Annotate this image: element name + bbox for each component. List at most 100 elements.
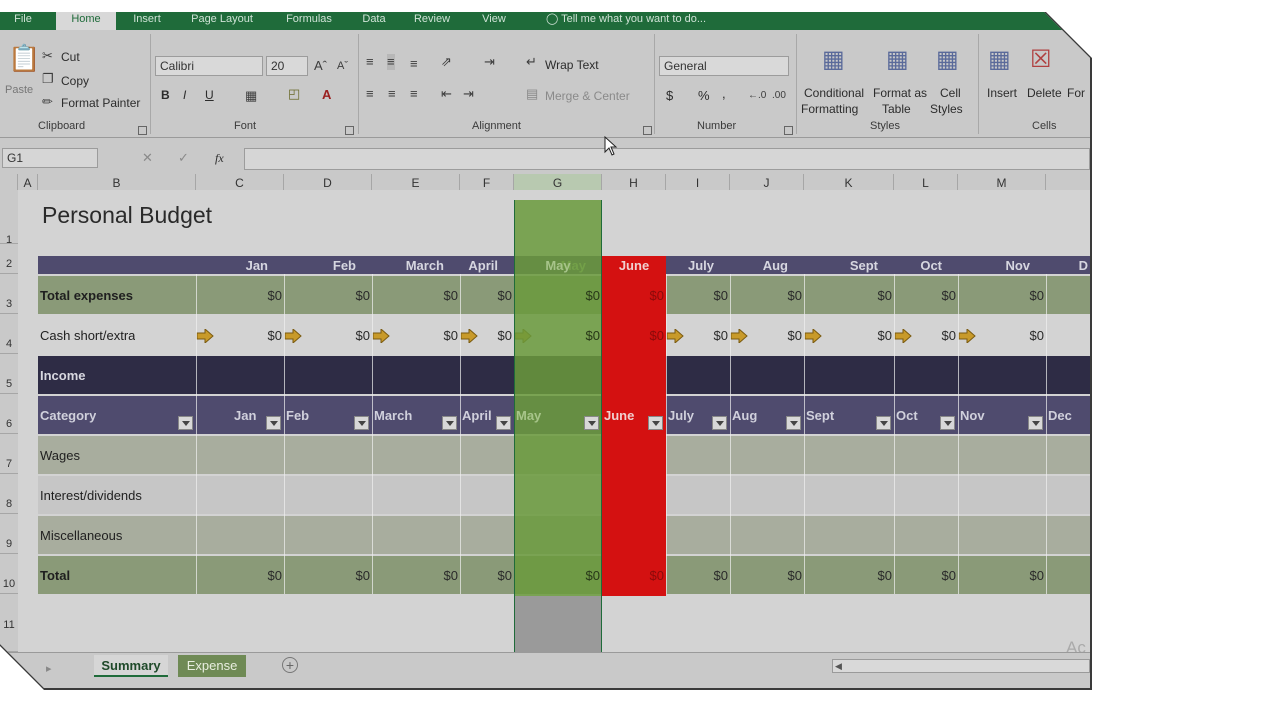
june-value-cell[interactable]: $0 [602,568,666,583]
orientation-icon[interactable]: ⇗ [441,54,452,70]
tell-me-box[interactable]: ◯ Tell me what you want to do... [536,12,716,30]
filter-dropdown-icon[interactable] [496,416,511,430]
may-value-cell[interactable]: $0 [514,288,602,303]
horizontal-scrollbar[interactable]: ◀ [832,659,1090,673]
june-value-cell[interactable]: $0 [602,328,666,343]
tab-view[interactable]: View [478,12,510,30]
add-sheet-icon[interactable]: + [282,657,298,673]
row-header-2[interactable]: 2 [0,244,18,274]
align-bottom-icon[interactable]: ≡ [410,56,418,72]
wrap-text-button[interactable]: Wrap Text [545,58,599,72]
month-header[interactable]: Nov [958,258,1046,273]
format-as-table-button[interactable]: Format as [873,86,927,100]
total-value-cell[interactable]: $0 [666,568,730,583]
scroll-tabs-icon[interactable]: ▸ [46,661,52,677]
row-header-6[interactable]: 6 [0,394,18,434]
row-header-4[interactable]: 4 [0,314,18,354]
category-header-label[interactable]: Category [40,408,96,423]
total-expenses-label[interactable]: Total expenses [40,288,133,303]
month-header[interactable]: July [666,258,730,273]
expense-value-cell[interactable]: $0 [372,288,460,303]
increase-indent-icon[interactable]: ⇥ [463,86,474,102]
comma-button[interactable]: , [722,86,726,101]
month-header[interactable]: Oct [894,258,958,273]
insert-function-button[interactable]: fx [215,151,224,166]
font-size-select[interactable]: 20 [266,56,308,76]
font-color-icon[interactable]: A [322,87,331,103]
tab-page-layout[interactable]: Page Layout [186,12,258,30]
tab-data[interactable]: Data [356,12,392,30]
clipboard-launcher-icon[interactable] [138,126,147,135]
tab-file[interactable]: File [10,12,36,30]
cash-short-label[interactable]: Cash short/extra [40,328,135,343]
cancel-icon[interactable]: ✕ [142,150,153,166]
tab-home[interactable]: Home [56,12,116,30]
bold-button[interactable]: B [161,88,170,102]
fill-color-icon[interactable]: ◰ [288,86,300,102]
month-header[interactable]: Sept [804,258,894,273]
month-header[interactable]: Feb [284,258,372,273]
number-launcher-icon[interactable] [784,126,793,135]
expense-value-cell[interactable]: $0 [730,288,804,303]
copy-button[interactable]: Copy [61,74,89,88]
filter-dropdown-icon[interactable] [354,416,369,430]
total-label[interactable]: Total [40,568,70,583]
total-value-cell[interactable]: $0 [804,568,894,583]
insert-cells-button[interactable]: Insert [987,86,1017,100]
total-value-cell[interactable]: $0 [730,568,804,583]
row-header-10[interactable]: 10 [0,554,18,594]
expense-value-cell[interactable]: $0 [958,288,1046,303]
increase-decimal-icon[interactable]: ←.0 [748,88,766,104]
sheet-title[interactable]: Personal Budget [42,202,212,229]
row-header-3[interactable]: 3 [0,274,18,314]
merge-center-button[interactable]: Merge & Center [545,89,630,103]
expense-value-cell[interactable]: $0 [284,288,372,303]
tab-formulas[interactable]: Formulas [280,12,338,30]
filter-dropdown-icon[interactable] [266,416,281,430]
filter-dropdown-icon[interactable] [1028,416,1043,430]
row-header-7[interactable]: 7 [0,434,18,474]
increase-font-icon[interactable]: Aˆ [314,58,327,74]
tab-insert[interactable]: Insert [124,12,170,30]
scroll-left-icon[interactable]: ◀ [835,661,842,672]
expense-value-cell[interactable]: $0 [460,288,514,303]
may-value-cell[interactable]: $0 [514,568,602,583]
expense-value-cell[interactable]: $0 [196,288,284,303]
total-value-cell[interactable]: $0 [372,568,460,583]
borders-icon[interactable]: ▦ [245,88,257,104]
income-heading[interactable]: Income [40,368,86,383]
paste-icon[interactable]: 📋 [8,45,40,71]
filter-dropdown-icon[interactable] [786,416,801,430]
paste-button[interactable]: Paste [5,84,33,96]
delete-cells-button[interactable]: Delete [1027,86,1062,100]
underline-button[interactable]: U [205,88,214,102]
filter-dropdown-icon[interactable] [940,416,955,430]
june-header[interactable]: June [602,258,666,273]
font-launcher-icon[interactable] [345,126,354,135]
may-value-cell[interactable]: $0 [514,328,602,343]
sheet-tab-summary[interactable]: Summary [94,655,168,677]
name-box[interactable]: G1 [2,148,98,168]
enter-icon[interactable]: ✓ [178,150,189,166]
expense-value-cell[interactable]: $0 [666,288,730,303]
number-format-select[interactable]: General [659,56,789,76]
filter-dropdown-icon[interactable] [442,416,457,430]
align-middle-icon[interactable]: ≡ [387,54,395,70]
filter-dropdown-icon[interactable] [178,416,193,430]
cut-button[interactable]: Cut [61,50,80,64]
row-header-5[interactable]: 5 [0,354,18,394]
font-name-select[interactable]: Calibri [155,56,263,76]
align-right-icon[interactable]: ≡ [410,86,418,102]
misc-label[interactable]: Miscellaneous [40,528,122,543]
cell-styles-button[interactable]: Cell [940,86,961,100]
align-center-icon[interactable]: ≡ [388,86,396,102]
filter-dropdown-icon[interactable] [876,416,891,430]
decrease-font-icon[interactable]: Aˇ [337,58,348,74]
conditional-formatting-button[interactable]: Conditional [804,86,864,100]
total-value-cell[interactable]: $0 [958,568,1046,583]
month-header[interactable]: April [460,258,514,273]
row-header-1[interactable]: 1 [0,190,18,246]
month-header[interactable]: March [372,258,460,273]
filter-dropdown-icon[interactable] [648,416,663,430]
total-value-cell[interactable]: $0 [196,568,284,583]
